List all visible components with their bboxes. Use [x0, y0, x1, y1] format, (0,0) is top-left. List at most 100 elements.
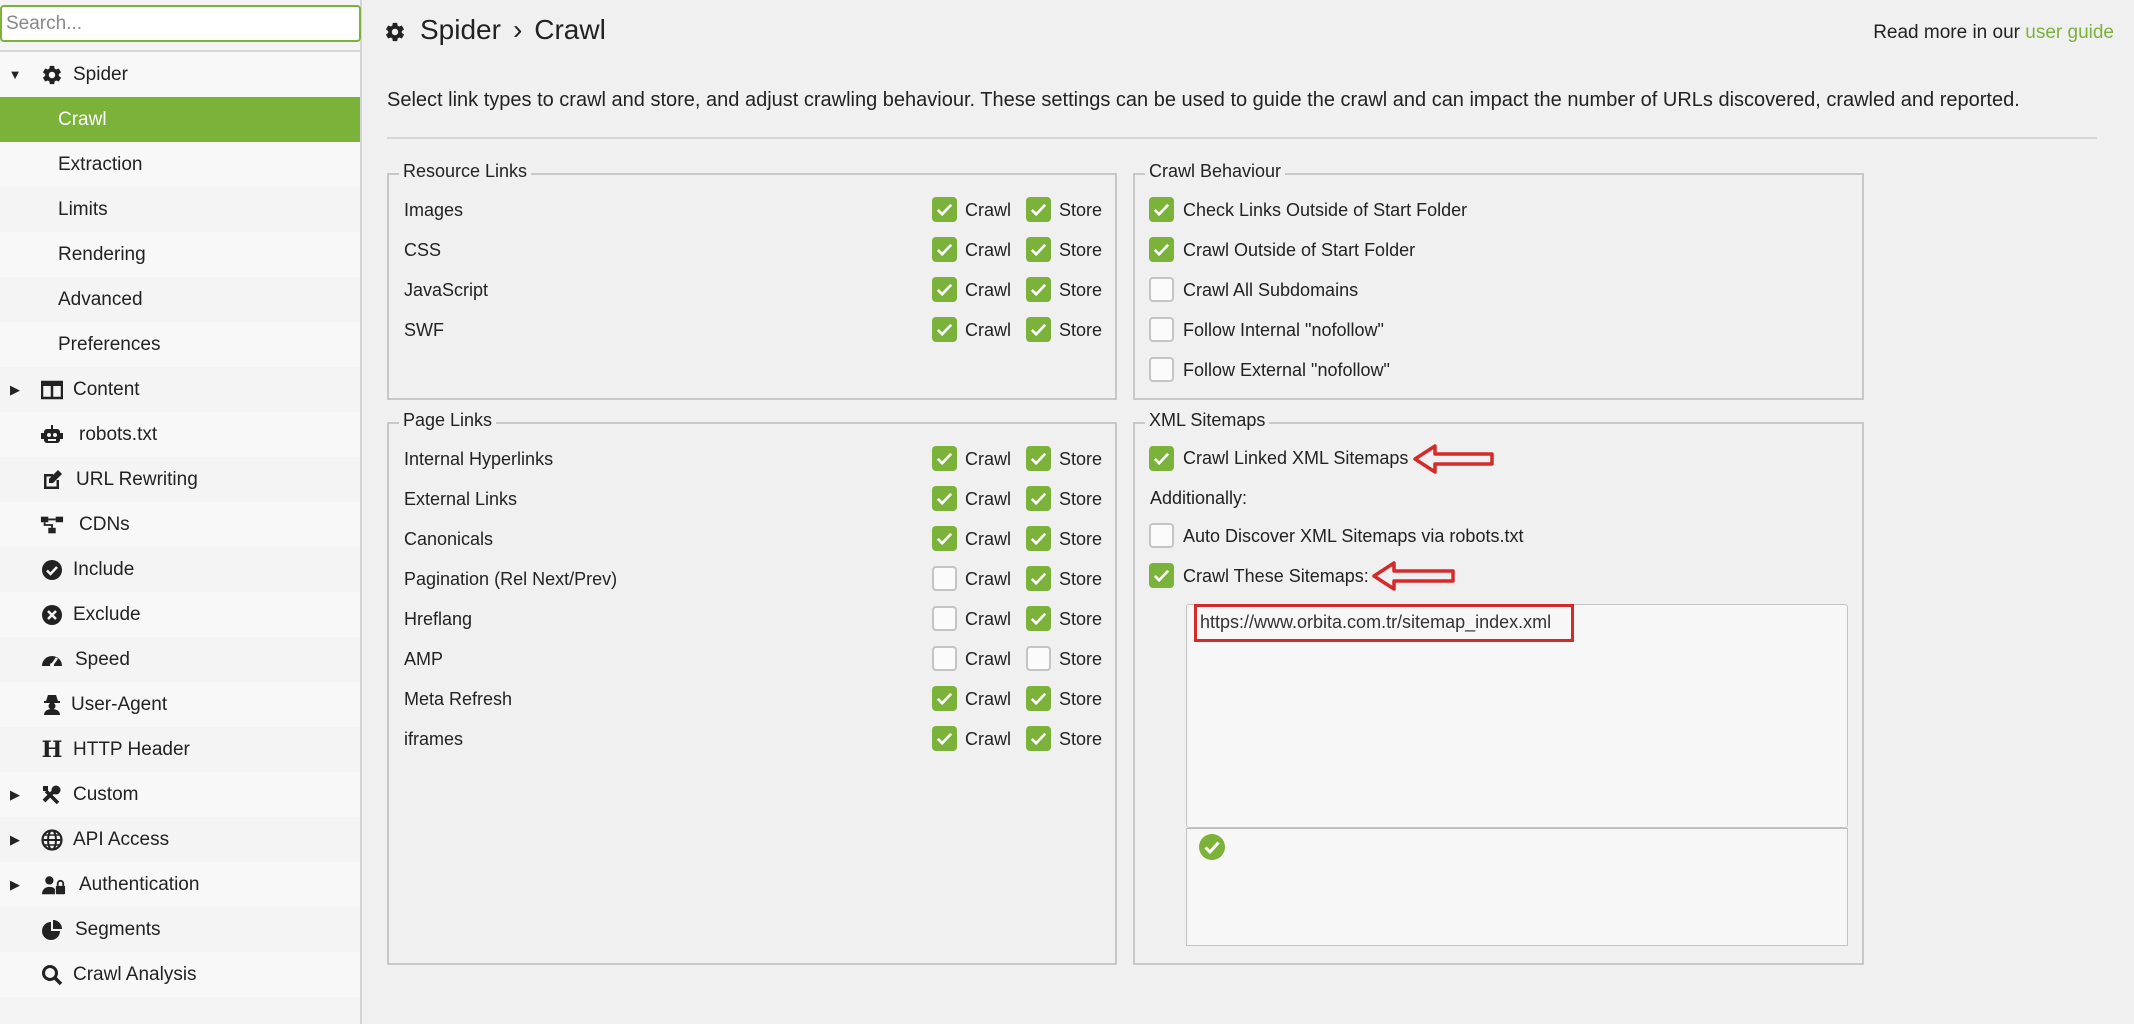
store-checkbox[interactable]	[1026, 277, 1051, 302]
store-checkbox-label: Store	[1059, 529, 1103, 549]
crawl-behaviour-checkbox[interactable]	[1149, 317, 1174, 342]
sidebar-item-label: Spider	[73, 63, 128, 85]
store-checkbox[interactable]	[1026, 237, 1051, 262]
sidebar-item-limits[interactable]: Limits	[0, 187, 360, 232]
sidebar-item-content[interactable]: ▶ Content	[0, 367, 360, 412]
collapsed-arrow-icon[interactable]: ▶	[8, 787, 22, 803]
crawl-behaviour-checkbox[interactable]	[1149, 237, 1174, 262]
sidebar-item-authentication[interactable]: ▶ Authentication	[0, 862, 360, 907]
sitemap-validation-panel	[1186, 828, 1848, 946]
user-lock-icon	[42, 873, 66, 897]
row-label: Pagination (Rel Next/Prev)	[404, 569, 618, 589]
sidebar-item-label: Authentication	[79, 873, 200, 895]
crawl-checkbox-label: Crawl	[965, 320, 1012, 340]
store-checkbox[interactable]	[1026, 446, 1051, 471]
store-checkbox-label: Store	[1059, 320, 1103, 340]
crawl-checkbox[interactable]	[932, 686, 957, 711]
crawl-checkbox[interactable]	[932, 486, 957, 511]
crawl-checkbox-label: Crawl	[965, 649, 1012, 669]
store-checkbox[interactable]	[1026, 486, 1051, 511]
crawl-checkbox[interactable]	[932, 526, 957, 551]
sidebar-item-speed[interactable]: Speed	[0, 637, 360, 682]
sidebar-item-url-rewriting[interactable]: URL Rewriting	[0, 457, 360, 502]
row-label: JavaScript	[404, 280, 489, 300]
crawl-checkbox[interactable]	[932, 317, 957, 342]
sidebar-item-label: Speed	[75, 648, 130, 670]
annotation-highlight-box	[1194, 604, 1574, 642]
store-checkbox-label: Store	[1059, 569, 1103, 589]
row-label: Canonicals	[404, 529, 494, 549]
store-checkbox[interactable]	[1026, 317, 1051, 342]
store-checkbox-label: Store	[1059, 449, 1103, 469]
store-checkbox[interactable]	[1026, 566, 1051, 591]
header-divider	[387, 137, 2097, 139]
crawl-behaviour-label: Check Links Outside of Start Folder	[1183, 200, 1468, 220]
sidebar-item-include[interactable]: Include	[0, 547, 360, 592]
crawl-checkbox[interactable]	[932, 566, 957, 591]
sidebar-item-crawl-analysis[interactable]: Crawl Analysis	[0, 952, 360, 997]
sidebar-item-label: Include	[73, 558, 135, 580]
store-checkbox[interactable]	[1026, 646, 1051, 671]
store-checkbox[interactable]	[1026, 197, 1051, 222]
crawl-checkbox-label: Crawl	[965, 200, 1012, 220]
sidebar-item-advanced[interactable]: Advanced	[0, 277, 360, 322]
collapsed-arrow-icon[interactable]: ▶	[8, 877, 22, 893]
annotation-arrow-icon	[1413, 444, 1494, 474]
crawl-checkbox[interactable]	[932, 197, 957, 222]
sidebar-item-exclude[interactable]: Exclude	[0, 592, 360, 637]
store-checkbox[interactable]	[1026, 526, 1051, 551]
collapsed-arrow-icon[interactable]: ▶	[8, 832, 22, 848]
valid-check-icon	[1198, 833, 1226, 866]
store-checkbox-label: Store	[1059, 649, 1103, 669]
sidebar-item-crawl[interactable]: Crawl	[0, 97, 360, 142]
sidebar-item-label: Extraction	[58, 153, 143, 175]
sidebar-item-extraction[interactable]: Extraction	[0, 142, 360, 187]
store-checkbox-label: Store	[1059, 689, 1103, 709]
store-checkbox[interactable]	[1026, 686, 1051, 711]
sidebar-item-robots[interactable]: robots.txt	[0, 412, 360, 457]
sidebar-item-segments[interactable]: Segments	[0, 907, 360, 952]
sidebar-item-custom[interactable]: ▶ Custom	[0, 772, 360, 817]
sidebar-item-api-access[interactable]: ▶ API Access	[0, 817, 360, 862]
store-checkbox[interactable]	[1026, 726, 1051, 751]
crawl-linked-sitemaps-checkbox[interactable]	[1149, 446, 1174, 471]
x-circle-icon	[40, 603, 64, 627]
auto-discover-sitemaps-label: Auto Discover XML Sitemaps via robots.tx…	[1183, 526, 1524, 546]
search-input[interactable]	[0, 5, 361, 42]
crawl-behaviour-checkbox[interactable]	[1149, 277, 1174, 302]
crawl-behaviour-checkbox[interactable]	[1149, 357, 1174, 382]
store-checkbox-label: Store	[1059, 200, 1103, 220]
sidebar-item-spider[interactable]: ▼ Spider	[0, 52, 360, 97]
row-label: CSS	[404, 240, 442, 260]
crawl-checkbox-label: Crawl	[965, 529, 1012, 549]
crawl-checkbox[interactable]	[932, 277, 957, 302]
collapsed-arrow-icon[interactable]: ▶	[8, 382, 22, 398]
crawl-behaviour-checkbox[interactable]	[1149, 197, 1174, 222]
crawl-checkbox-label: Crawl	[965, 569, 1012, 589]
sidebar-item-preferences[interactable]: Preferences	[0, 322, 360, 367]
sidebar-item-cdns[interactable]: CDNs	[0, 502, 360, 547]
crawl-checkbox[interactable]	[932, 237, 957, 262]
expanded-arrow-icon[interactable]: ▼	[8, 67, 22, 82]
edit-icon	[40, 468, 64, 492]
crawl-checkbox[interactable]	[932, 726, 957, 751]
sidebar-item-http-header[interactable]: H HTTP Header	[0, 727, 360, 772]
auto-discover-sitemaps-checkbox[interactable]	[1149, 523, 1174, 548]
gear-icon	[40, 63, 64, 87]
sidebar-item-label: User-Agent	[71, 693, 168, 715]
sidebar-item-user-agent[interactable]: User-Agent	[0, 682, 360, 727]
crawl-checkbox[interactable]	[932, 646, 957, 671]
search-icon	[40, 963, 64, 987]
crawl-checkbox-label: Crawl	[965, 609, 1012, 629]
row-label: Images	[404, 200, 464, 220]
speedometer-icon	[40, 648, 64, 672]
crawl-checkbox[interactable]	[932, 446, 957, 471]
sidebar-item-rendering[interactable]: Rendering	[0, 232, 360, 277]
crawl-these-sitemaps-checkbox[interactable]	[1149, 563, 1174, 588]
user-guide-link[interactable]: user guide	[2025, 22, 2114, 43]
crawl-checkbox[interactable]	[932, 606, 957, 631]
store-checkbox[interactable]	[1026, 606, 1051, 631]
heading-icon: H	[41, 736, 63, 763]
crawl-these-sitemaps-label: Crawl These Sitemaps:	[1183, 566, 1369, 586]
sidebar-item-label: Content	[73, 378, 140, 400]
